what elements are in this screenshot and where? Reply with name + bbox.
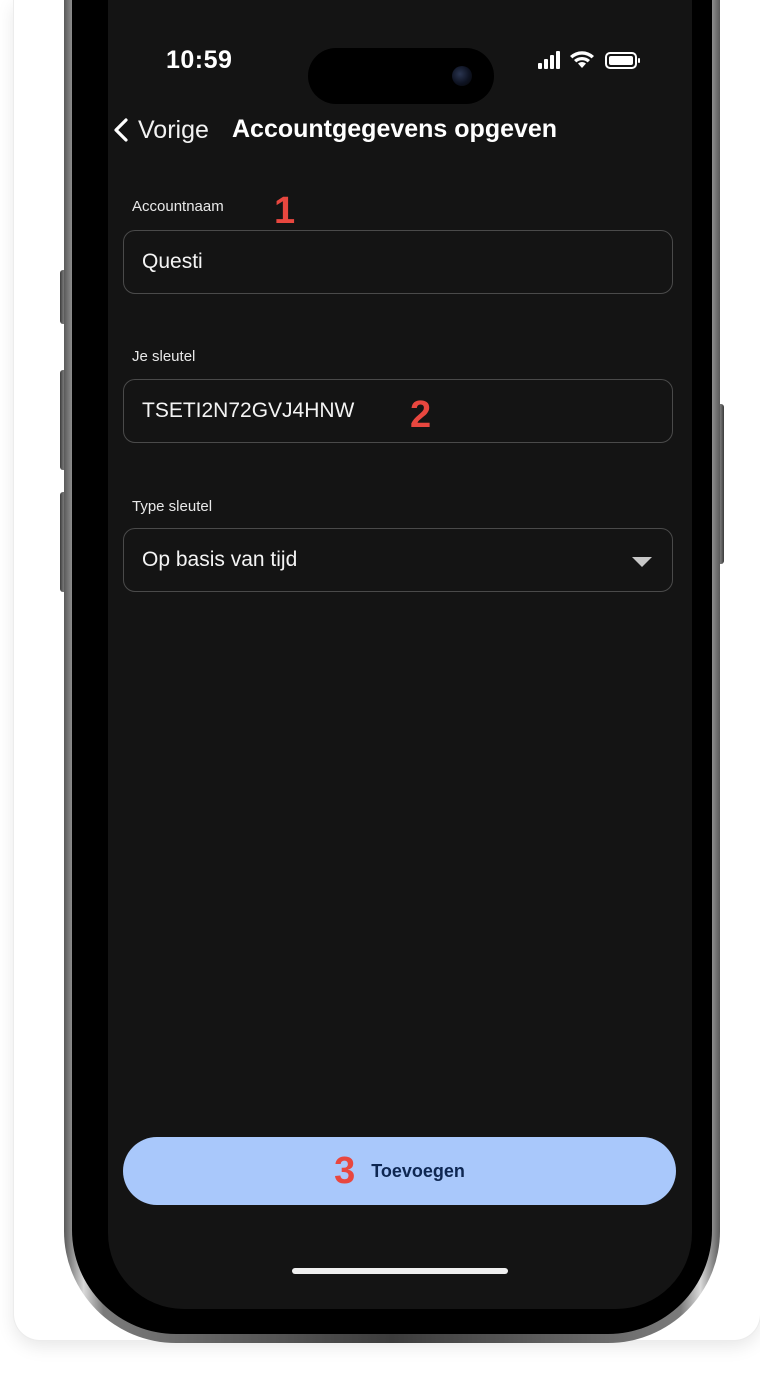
annotation-marker-1: 1 [274,190,296,232]
add-button-label: Toevoegen [371,1160,465,1181]
home-indicator[interactable] [292,1268,508,1274]
key-field[interactable]: TSETI2N72GVJ4HNW [123,379,673,443]
key-label: Je sleutel [132,348,196,365]
wifi-icon [570,51,594,68]
page-title: Accountgegevens opgeven [232,115,558,143]
key-value: TSETI2N72GVJ4HNW [142,399,355,422]
status-icons [538,51,640,69]
account-name-value: Questi [142,250,203,273]
back-button-label: Vorige [138,115,209,144]
annotation-marker-3: 3 [334,1150,356,1192]
chevron-left-icon [114,118,128,142]
account-name-label: Accountnaam [132,198,224,215]
back-button[interactable]: Vorige [112,110,209,150]
cellular-signal-icon [538,51,560,69]
phone-screen: 10:59 Vorige Accountgegevens opgeven Acc… [108,0,692,1309]
battery-icon [605,52,640,69]
account-name-field[interactable]: Questi [123,230,673,294]
status-time: 10:59 [166,46,233,74]
key-type-select[interactable]: Op basis van tijd [123,528,673,592]
key-type-selected-value: Op basis van tijd [142,548,298,571]
phone-bezel: 10:59 Vorige Accountgegevens opgeven Acc… [72,0,712,1334]
phone-frame: 10:59 Vorige Accountgegevens opgeven Acc… [64,0,720,1343]
add-button[interactable]: 3 Toevoegen [123,1137,676,1205]
annotation-marker-2: 2 [410,394,432,436]
dropdown-arrow-icon [632,557,652,567]
dynamic-island [308,48,494,104]
camera-icon [452,66,472,86]
key-type-label: Type sleutel [132,498,213,515]
